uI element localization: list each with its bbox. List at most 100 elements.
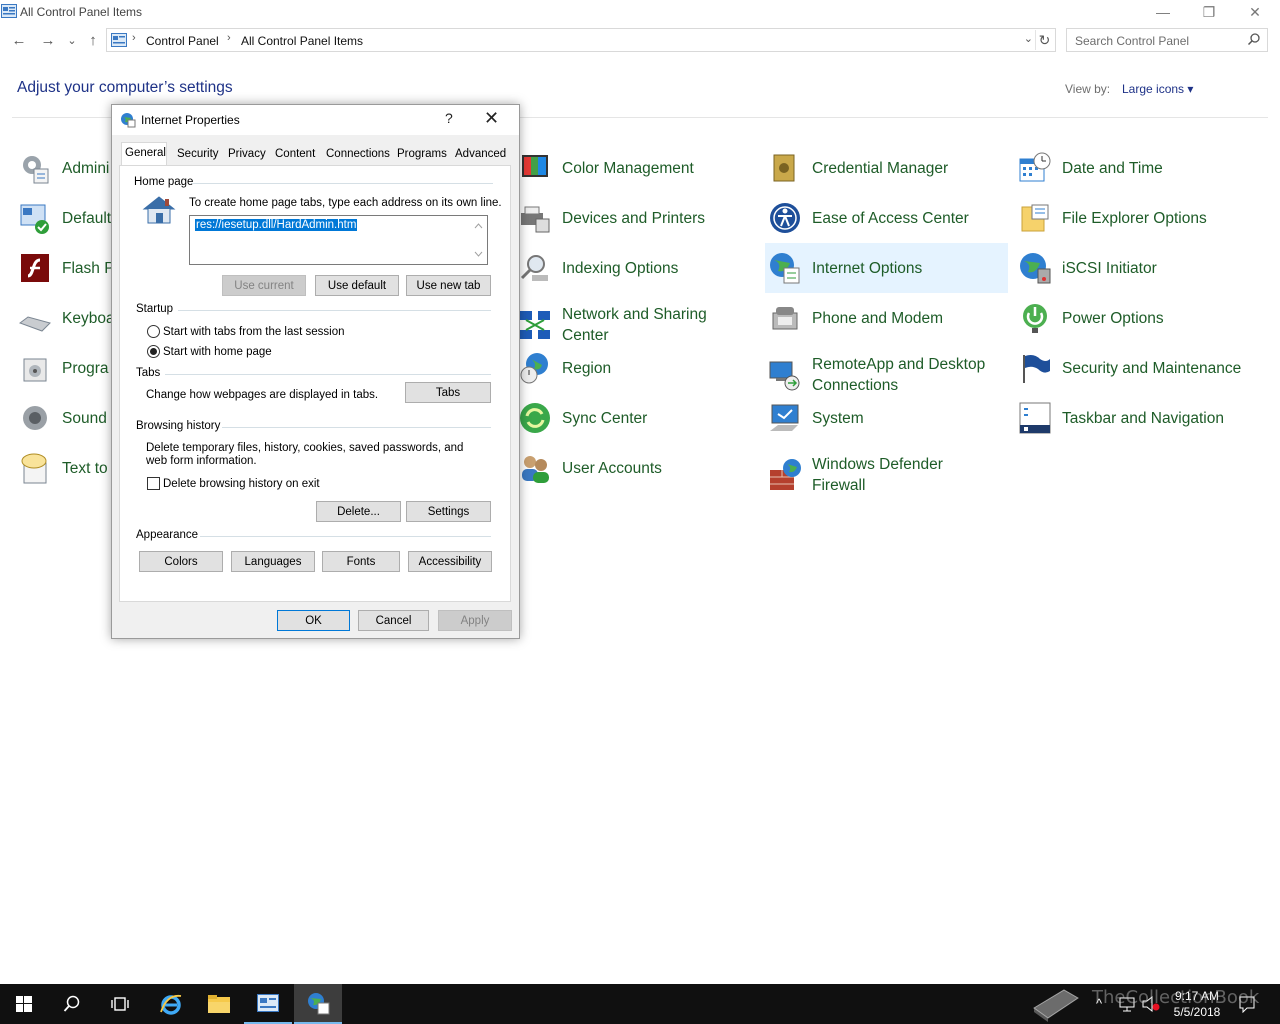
textbox-scrollbar[interactable] <box>470 216 487 264</box>
colors-button[interactable]: Colors <box>139 551 223 572</box>
cp-item-color-management[interactable]: Color Management <box>518 143 694 193</box>
system-clock[interactable]: 9:17 AM 5/5/2018 <box>1166 988 1228 1020</box>
delete-history-button[interactable]: Delete... <box>316 501 401 522</box>
back-button[interactable]: ← <box>8 29 30 51</box>
apply-button[interactable]: Apply <box>438 610 512 631</box>
flash-player-icon <box>21 254 49 282</box>
cp-item-credential-manager[interactable]: Credential Manager <box>768 143 948 193</box>
system-icon <box>770 404 799 431</box>
cp-item-devices-and-printers[interactable]: Devices and Printers <box>518 193 705 243</box>
internet-options-icon <box>121 113 136 128</box>
ease-of-access-icon <box>770 203 800 233</box>
cp-item-internet-options[interactable]: Internet Options <box>765 243 1008 293</box>
cp-item-label: Windows Defender Firewall <box>812 456 943 494</box>
tabs-settings-button[interactable]: Tabs <box>405 382 491 403</box>
cp-item-administrative-tools[interactable]: Admini <box>18 143 109 193</box>
startup-home-page-radio[interactable] <box>147 345 160 358</box>
cancel-button[interactable]: Cancel <box>358 610 429 631</box>
breadcrumb-control-panel[interactable]: Control Panel <box>146 34 219 48</box>
chevron-up-icon[interactable]: ^ <box>1096 996 1102 1011</box>
chevron-right-icon[interactable]: › <box>227 32 231 44</box>
cp-item-sound[interactable]: Sound <box>18 393 107 443</box>
ok-button[interactable]: OK <box>277 610 350 631</box>
recent-locations-button[interactable]: ⌄ <box>61 29 83 51</box>
startup-last-session-radio[interactable] <box>147 325 160 338</box>
fonts-button[interactable]: Fonts <box>322 551 400 572</box>
taskbar-control-panel[interactable] <box>244 984 292 1024</box>
task-view-button[interactable] <box>96 984 144 1024</box>
taskbar-internet-explorer[interactable] <box>147 984 195 1024</box>
browsing-history-description: Delete temporary files, history, cookies… <box>146 442 464 467</box>
use-default-button[interactable]: Use default <box>315 275 399 296</box>
tab-general[interactable]: General <box>121 142 167 166</box>
use-current-button[interactable]: Use current <box>222 275 306 296</box>
cp-item-label: File Explorer Options <box>1062 209 1207 227</box>
search-button[interactable] <box>48 984 96 1024</box>
tab-advanced[interactable]: Advanced <box>452 146 509 166</box>
start-button[interactable] <box>0 984 48 1024</box>
close-window-button[interactable]: ✕ <box>1232 0 1278 24</box>
tab-security[interactable]: Security <box>174 146 222 166</box>
volume-muted-icon[interactable] <box>1142 996 1160 1012</box>
close-dialog-button[interactable]: ✕ <box>484 108 499 129</box>
cp-item-sync-center[interactable]: Sync Center <box>518 393 647 443</box>
cp-item-system[interactable]: System <box>768 393 864 443</box>
color-management-icon <box>522 155 548 177</box>
tab-connections[interactable]: Connections <box>323 146 393 166</box>
delete-on-exit-checkbox[interactable] <box>147 477 160 490</box>
cp-item-phone-and-modem[interactable]: Phone and Modem <box>768 293 943 343</box>
cp-item-default-programs[interactable]: Default <box>18 193 111 243</box>
refresh-icon[interactable]: ↻ <box>1035 30 1053 50</box>
cp-item-power-options[interactable]: Power Options <box>1018 293 1164 343</box>
breadcrumb-all-items[interactable]: All Control Panel Items <box>241 34 363 48</box>
taskbar-file-explorer[interactable] <box>195 984 243 1024</box>
search-input[interactable]: Search Control Panel <box>1066 28 1268 52</box>
history-settings-button[interactable]: Settings <box>406 501 491 522</box>
cp-item-security-and-maintenance[interactable]: Security and Maintenance <box>1018 343 1241 393</box>
cp-item-ease-of-access[interactable]: Ease of Access Center <box>768 193 969 243</box>
view-by-dropdown[interactable]: Large icons ▾ <box>1122 82 1193 96</box>
maximize-button[interactable]: ❐ <box>1186 0 1232 24</box>
cp-item-flash-player[interactable]: Flash P <box>18 243 115 293</box>
cp-item-taskbar-and-navigation[interactable]: Taskbar and Navigation <box>1018 393 1224 443</box>
firewall-icon <box>770 459 801 490</box>
chevron-down-icon[interactable]: ⌄ <box>1024 32 1033 45</box>
forward-button[interactable]: → <box>37 29 59 51</box>
cp-item-indexing-options[interactable]: Indexing Options <box>518 243 678 293</box>
internet-options-icon <box>308 993 330 1015</box>
window-title: All Control Panel Items <box>20 5 143 19</box>
cp-item-label: User Accounts <box>562 459 662 477</box>
control-panel-icon <box>257 994 279 1012</box>
address-bar[interactable]: › Control Panel › All Control Panel Item… <box>106 28 1056 52</box>
delete-on-exit-label[interactable]: Delete browsing history on exit <box>163 478 320 491</box>
cp-item-date-and-time[interactable]: Date and Time <box>1018 143 1163 193</box>
taskbar-internet-properties[interactable] <box>294 984 342 1024</box>
home-page-input[interactable]: res://iesetup.dll/HardAdmin.htm <box>189 215 488 265</box>
cp-item-label: System <box>812 409 864 427</box>
windows-logo-icon <box>16 996 32 1012</box>
action-center-icon[interactable] <box>1238 995 1256 1013</box>
help-button[interactable]: ? <box>445 110 453 126</box>
cp-item-windows-defender-firewall[interactable]: Windows Defender Firewall <box>768 443 982 507</box>
minimize-button[interactable]: — <box>1140 0 1186 24</box>
cp-item-file-explorer-options[interactable]: File Explorer Options <box>1018 193 1207 243</box>
cp-item-label: Security and Maintenance <box>1062 359 1242 377</box>
tab-privacy[interactable]: Privacy <box>225 146 269 166</box>
network-icon[interactable] <box>1118 996 1136 1012</box>
startup-home-page-label[interactable]: Start with home page <box>163 346 272 359</box>
tab-content[interactable]: Content <box>272 146 318 166</box>
cp-item-programs[interactable]: Progra <box>18 343 109 393</box>
use-new-tab-button[interactable]: Use new tab <box>406 275 491 296</box>
cp-item-text-to-speech[interactable]: Text to S <box>18 443 122 493</box>
languages-button[interactable]: Languages <box>231 551 315 572</box>
cp-item-keyboard[interactable]: Keyboa <box>18 293 115 343</box>
accessibility-button[interactable]: Accessibility <box>408 551 492 572</box>
chevron-right-icon[interactable]: › <box>132 32 136 44</box>
tab-programs[interactable]: Programs <box>394 146 450 166</box>
cp-item-iscsi-initiator[interactable]: iSCSI Initiator <box>1018 243 1157 293</box>
cp-item-region[interactable]: Region <box>518 343 611 393</box>
startup-last-session-label[interactable]: Start with tabs from the last session <box>163 326 345 339</box>
internet-properties-dialog: Internet Properties ? ✕ General Security… <box>111 104 520 639</box>
up-button[interactable]: ↑ <box>82 29 104 51</box>
cp-item-user-accounts[interactable]: User Accounts <box>518 443 662 493</box>
